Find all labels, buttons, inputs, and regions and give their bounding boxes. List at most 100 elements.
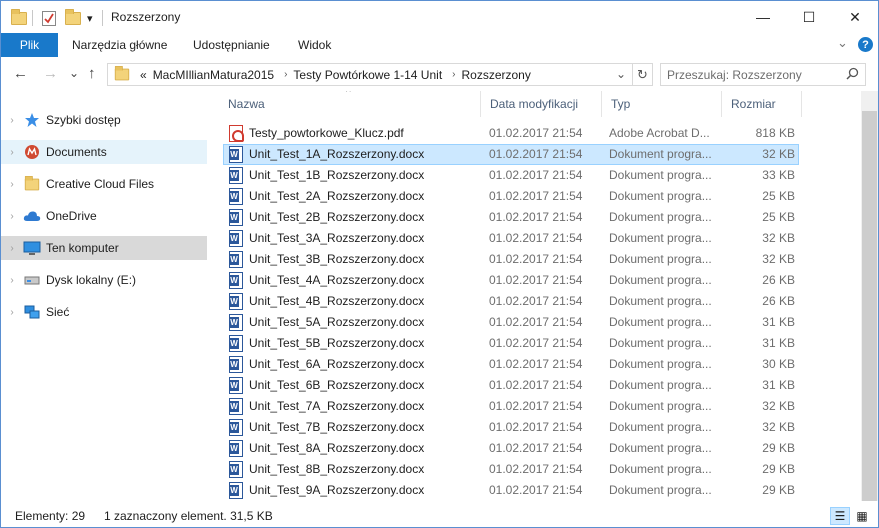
details-view-button[interactable]: ☰	[830, 507, 850, 525]
chevron-right-icon[interactable]: ›	[1, 307, 23, 318]
breadcrumb-item[interactable]: Testy Powtórkowe 1-14 Unit	[293, 68, 442, 82]
chevron-right-icon[interactable]: ›	[1, 115, 23, 126]
breadcrumb-item[interactable]: MacMIllianMatura2015	[153, 68, 274, 82]
word-document-icon	[229, 440, 243, 457]
file-row[interactable]: Unit_Test_9A_Rozszerzony.docx 01.02.2017 …	[219, 480, 859, 501]
file-type: Adobe Acrobat D...	[609, 126, 710, 140]
file-name[interactable]: Testy_powtorkowe_Klucz.pdf	[249, 126, 484, 140]
chevron-right-icon[interactable]: ›	[1, 179, 23, 190]
file-size: 32 KB	[762, 420, 795, 434]
new-folder-icon[interactable]	[65, 8, 81, 27]
file-date: 01.02.2017 21:54	[489, 168, 583, 182]
file-row[interactable]: Unit_Test_6B_Rozszerzony.docx 01.02.2017 …	[219, 375, 859, 396]
back-button[interactable]: ←	[13, 65, 28, 82]
column-header-date[interactable]: Data modyfikacji	[481, 91, 602, 117]
file-row[interactable]: Unit_Test_8A_Rozszerzony.docx 01.02.2017 …	[219, 438, 859, 459]
scrollbar-thumb[interactable]	[862, 111, 877, 501]
help-icon[interactable]: ?	[858, 37, 873, 52]
chevron-right-icon[interactable]: ›	[1, 243, 23, 254]
sidebar-item-network[interactable]: › Sieć	[1, 300, 207, 324]
column-header-type[interactable]: Typ	[602, 91, 722, 117]
file-row[interactable]: Unit_Test_3A_Rozszerzony.docx 01.02.2017 …	[219, 228, 859, 249]
file-name[interactable]: Unit_Test_6A_Rozszerzony.docx	[249, 357, 484, 371]
file-row[interactable]: Unit_Test_8B_Rozszerzony.docx 01.02.2017 …	[219, 459, 859, 480]
file-type: Dokument progra...	[609, 252, 712, 266]
file-name[interactable]: Unit_Test_5B_Rozszerzony.docx	[249, 336, 484, 350]
sidebar-item-this-pc[interactable]: › Ten komputer	[1, 236, 207, 260]
file-name[interactable]: Unit_Test_4A_Rozszerzony.docx	[249, 273, 484, 287]
tab-share[interactable]: Udostępnianie	[193, 38, 270, 52]
close-button[interactable]: ✕	[832, 1, 878, 33]
minimize-button[interactable]: —	[740, 1, 786, 33]
file-row[interactable]: Unit_Test_4A_Rozszerzony.docx 01.02.2017 …	[219, 270, 859, 291]
up-button[interactable]: ↑	[88, 65, 96, 82]
file-row[interactable]: Unit_Test_4B_Rozszerzony.docx 01.02.2017 …	[219, 291, 859, 312]
file-date: 01.02.2017 21:54	[489, 273, 583, 287]
recent-locations-button[interactable]: ⌄	[69, 66, 79, 80]
file-type: Dokument progra...	[609, 210, 712, 224]
vertical-scrollbar[interactable]	[861, 91, 878, 501]
file-name[interactable]: Unit_Test_8A_Rozszerzony.docx	[249, 441, 484, 455]
file-row[interactable]: Testy_powtorkowe_Klucz.pdf 01.02.2017 21:…	[219, 123, 859, 144]
file-row[interactable]: Unit_Test_7B_Rozszerzony.docx 01.02.2017 …	[219, 417, 859, 438]
column-header-size[interactable]: Rozmiar	[722, 91, 802, 117]
word-document-icon	[229, 314, 243, 331]
file-type: Dokument progra...	[609, 357, 712, 371]
search-input[interactable]: Przeszukaj: Rozszerzony	[660, 63, 866, 86]
breadcrumb-separator-icon[interactable]: ›	[452, 69, 455, 80]
file-row[interactable]: Unit_Test_2B_Rozszerzony.docx 01.02.2017 …	[219, 207, 859, 228]
large-icons-view-button[interactable]: ▦	[852, 507, 872, 525]
tab-home[interactable]: Narzędzia główne	[72, 38, 167, 52]
sidebar-item-creative-cloud[interactable]: › Creative Cloud Files	[1, 172, 207, 196]
file-name[interactable]: Unit_Test_3A_Rozszerzony.docx	[249, 231, 484, 245]
file-row[interactable]: Unit_Test_3B_Rozszerzony.docx 01.02.2017 …	[219, 249, 859, 270]
file-name[interactable]: Unit_Test_2B_Rozszerzony.docx	[249, 210, 484, 224]
sidebar-item-quick-access[interactable]: › Szybki dostęp	[1, 108, 207, 132]
file-row[interactable]: Unit_Test_1A_Rozszerzony.docx 01.02.2017 …	[219, 144, 859, 165]
sidebar-item-local-disk[interactable]: › Dysk lokalny (E:)	[1, 268, 207, 292]
file-size: 30 KB	[762, 357, 795, 371]
tab-file[interactable]: Plik	[1, 33, 58, 57]
breadcrumb-separator-icon[interactable]: ›	[284, 69, 287, 80]
file-row[interactable]: Unit_Test_2A_Rozszerzony.docx 01.02.2017 …	[219, 186, 859, 207]
file-name[interactable]: Unit_Test_4B_Rozszerzony.docx	[249, 294, 484, 308]
maximize-button[interactable]: ☐	[786, 1, 832, 33]
refresh-button[interactable]: ↻	[633, 63, 653, 86]
file-name[interactable]: Unit_Test_2A_Rozszerzony.docx	[249, 189, 484, 203]
file-row[interactable]: Unit_Test_7A_Rozszerzony.docx 01.02.2017 …	[219, 396, 859, 417]
sidebar-item-onedrive[interactable]: › OneDrive	[1, 204, 207, 228]
file-name[interactable]: Unit_Test_3B_Rozszerzony.docx	[249, 252, 484, 266]
file-name[interactable]: Unit_Test_8B_Rozszerzony.docx	[249, 462, 484, 476]
file-name[interactable]: Unit_Test_6B_Rozszerzony.docx	[249, 378, 484, 392]
properties-icon[interactable]	[42, 9, 56, 27]
file-date: 01.02.2017 21:54	[489, 126, 583, 140]
breadcrumb-overflow[interactable]: «	[140, 68, 147, 82]
chevron-right-icon[interactable]: ›	[1, 211, 23, 222]
file-name[interactable]: Unit_Test_1A_Rozszerzony.docx	[249, 147, 484, 161]
sidebar-item-documents[interactable]: › Documents	[1, 140, 207, 164]
address-dropdown-icon[interactable]: ⌄	[616, 67, 626, 81]
file-size: 29 KB	[762, 441, 795, 455]
column-header-name[interactable]: Nazwa	[219, 91, 481, 117]
customize-toolbar-icon[interactable]: ▾	[87, 9, 93, 27]
file-name[interactable]: Unit_Test_1B_Rozszerzony.docx	[249, 168, 484, 182]
address-bar[interactable]: « MacMIllianMatura2015 › Testy Powtórkow…	[107, 63, 633, 86]
file-name[interactable]: Unit_Test_7A_Rozszerzony.docx	[249, 399, 484, 413]
file-date: 01.02.2017 21:54	[489, 336, 583, 350]
file-row[interactable]: Unit_Test_5B_Rozszerzony.docx 01.02.2017 …	[219, 333, 859, 354]
file-name[interactable]: Unit_Test_7B_Rozszerzony.docx	[249, 420, 484, 434]
tab-view[interactable]: Widok	[298, 38, 331, 52]
expand-ribbon-icon[interactable]: ⌄	[837, 35, 848, 51]
file-name[interactable]: Unit_Test_9A_Rozszerzony.docx	[249, 483, 484, 497]
breadcrumb-item[interactable]: Rozszerzony	[462, 68, 531, 82]
file-row[interactable]: Unit_Test_6A_Rozszerzony.docx 01.02.2017 …	[219, 354, 859, 375]
file-row[interactable]: Unit_Test_5A_Rozszerzony.docx 01.02.2017 …	[219, 312, 859, 333]
chevron-right-icon[interactable]: ›	[1, 275, 23, 286]
chevron-right-icon[interactable]: ›	[1, 147, 23, 158]
pdf-file-icon	[229, 125, 244, 142]
forward-button[interactable]: →	[43, 65, 58, 82]
file-name[interactable]: Unit_Test_5A_Rozszerzony.docx	[249, 315, 484, 329]
file-row[interactable]: Unit_Test_1B_Rozszerzony.docx 01.02.2017 …	[219, 165, 859, 186]
file-type: Dokument progra...	[609, 420, 712, 434]
file-date: 01.02.2017 21:54	[489, 231, 583, 245]
